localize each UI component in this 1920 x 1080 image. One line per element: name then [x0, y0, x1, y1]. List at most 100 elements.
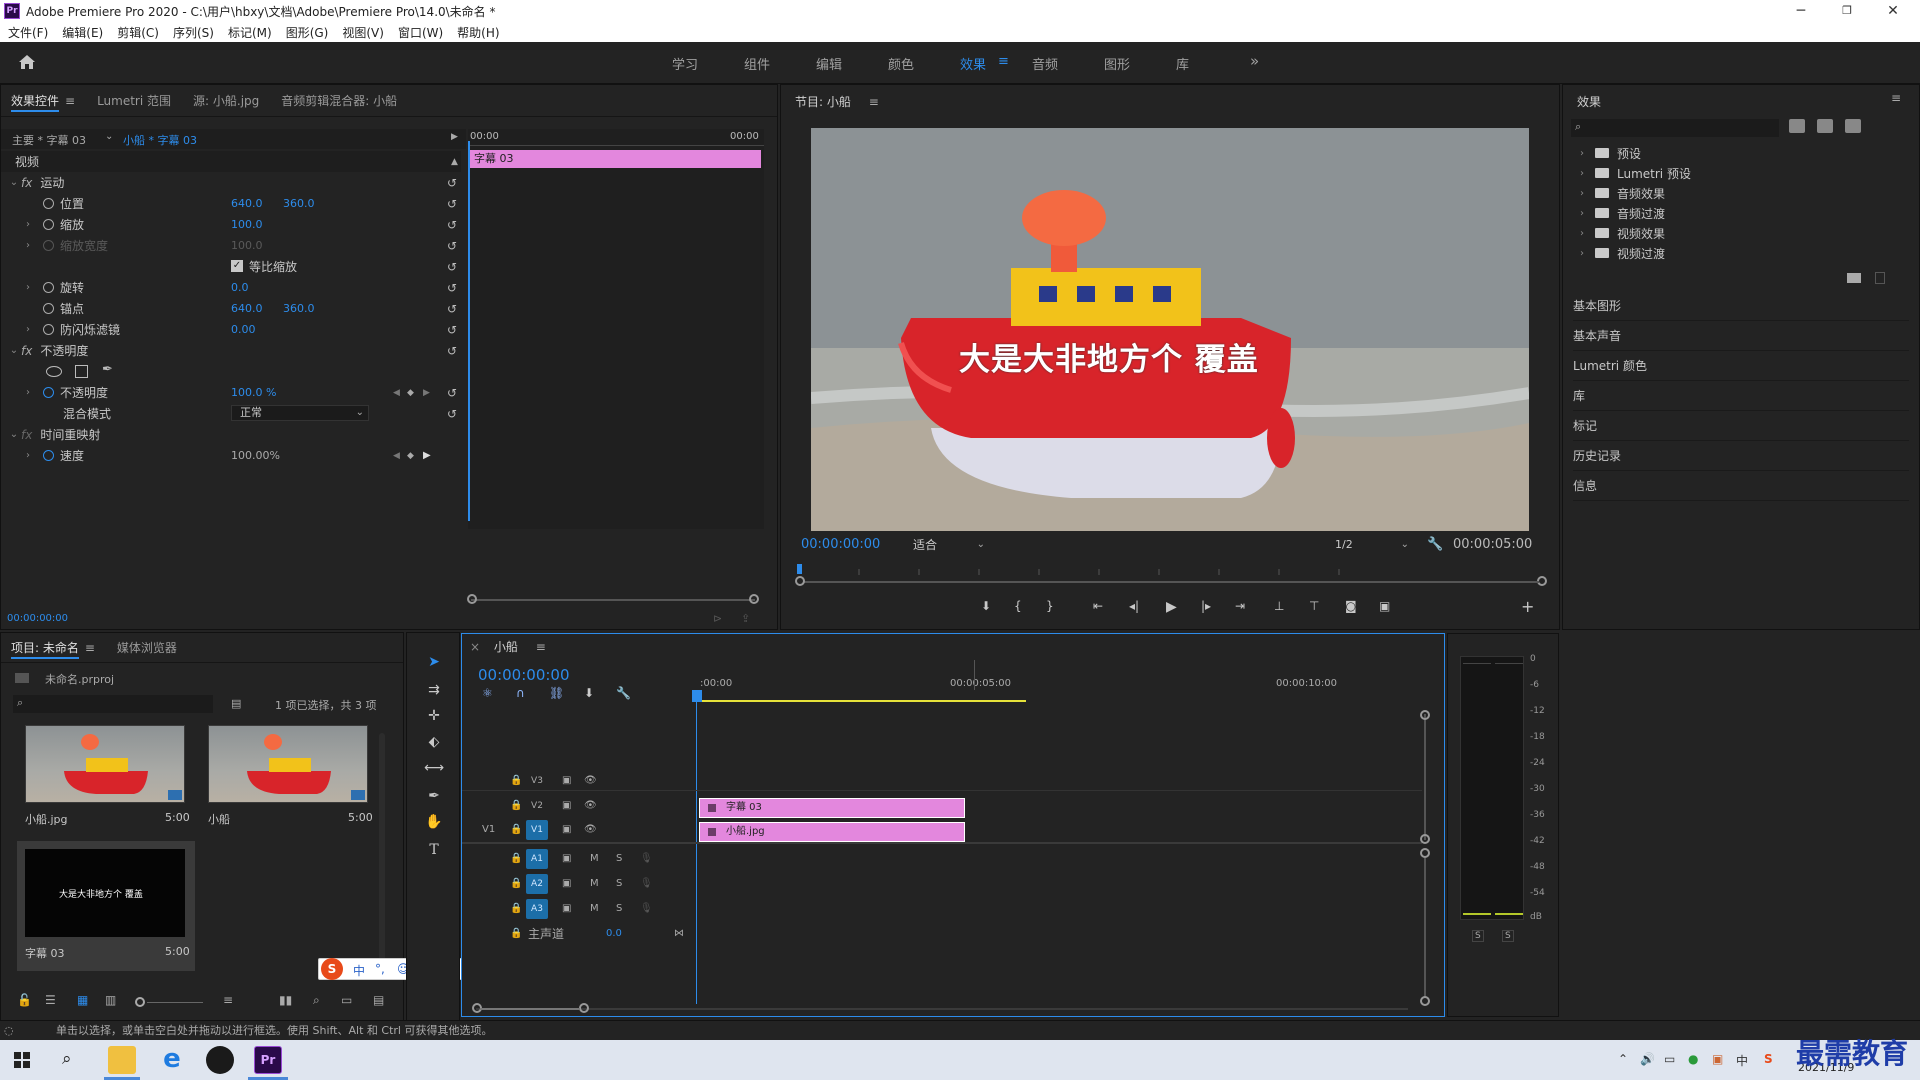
next-keyframe-icon[interactable]: ▶ — [423, 450, 431, 461]
reset-icon[interactable]: ↺ — [447, 218, 457, 232]
effects-search-input[interactable]: ⌕ — [1571, 119, 1779, 137]
new-search-bin-icon[interactable]: ▤ — [231, 697, 241, 710]
track-select-tool-icon[interactable]: ⇉ — [423, 679, 445, 701]
solo-left-button[interactable]: S — [1472, 930, 1484, 942]
expand-icon[interactable]: › — [21, 450, 35, 461]
step-forward-icon[interactable]: |▸ — [1201, 599, 1211, 613]
prev-keyframe-icon[interactable]: ◀ — [393, 388, 400, 398]
track-target-a1[interactable]: A1 — [526, 848, 548, 869]
find-icon[interactable]: ⌕ — [313, 993, 320, 1008]
section-essential-graphics[interactable]: 基本图形 — [1573, 291, 1909, 321]
sync-lock-icon[interactable]: ▣ — [562, 775, 571, 786]
network-icon[interactable]: ▭ — [1664, 1052, 1675, 1066]
nest-icon[interactable]: ⚛ — [482, 686, 493, 700]
close-button[interactable]: ✕ — [1870, 0, 1916, 22]
filter-icon[interactable]: ⊳ — [713, 612, 722, 625]
menu-window[interactable]: 窗口(W) — [398, 24, 443, 41]
speed-value[interactable]: 100.00% — [231, 449, 280, 462]
tree-item-audio-transitions[interactable]: › 音频过渡 — [1575, 203, 1665, 223]
go-to-end-icon[interactable]: ⋈ — [674, 928, 684, 939]
subtitle-overlay[interactable]: 大是大非地方个 覆盖 — [959, 334, 1259, 379]
menu-help[interactable]: 帮助(H) — [457, 24, 499, 41]
type-tool-icon[interactable]: T — [423, 839, 445, 861]
mute-button[interactable]: M — [590, 878, 599, 889]
tree-item-audio-effects[interactable]: › 音频效果 — [1575, 183, 1665, 203]
close-tab-icon[interactable]: × — [470, 640, 480, 654]
sync-lock-icon[interactable]: ▣ — [562, 853, 571, 864]
reset-icon[interactable]: ↺ — [447, 239, 457, 253]
timeline-tab[interactable]: × 小船 ≡ — [470, 638, 546, 655]
expand-icon[interactable]: › — [21, 324, 35, 335]
32bit-effects-icon[interactable] — [1817, 119, 1833, 133]
ime-punct-icon[interactable]: °, — [375, 962, 385, 976]
add-keyframe-icon[interactable]: ◆ — [407, 451, 414, 461]
step-back-icon[interactable]: ◂| — [1129, 599, 1139, 613]
reset-icon[interactable]: ↺ — [447, 407, 457, 421]
menu-graphics[interactable]: 图形(G) — [286, 24, 329, 41]
timeline-zoom-track[interactable] — [476, 1008, 1408, 1010]
mic-icon[interactable]: 🎙 — [640, 878, 653, 889]
position-y-value[interactable]: 360.0 — [283, 197, 315, 210]
stopwatch-icon[interactable] — [43, 387, 54, 398]
timeline-settings-icon[interactable]: 🔧 — [616, 686, 631, 700]
tab-project[interactable]: 项目: 未命名 ≡ — [11, 639, 95, 659]
effect-clip-bar[interactable]: 字幕 03 — [468, 150, 761, 168]
work-area-bar[interactable] — [700, 700, 1026, 702]
lock-icon[interactable]: 🔒 — [510, 800, 522, 811]
reset-icon[interactable]: ↺ — [447, 176, 457, 190]
workspace-more-button[interactable]: » — [1250, 52, 1259, 70]
rectangle-mask-icon[interactable] — [75, 365, 88, 378]
timeline-zoom-bar[interactable] — [480, 1008, 580, 1010]
mark-out-icon[interactable]: } — [1046, 599, 1054, 613]
stopwatch-icon[interactable] — [43, 282, 54, 293]
thumb-boat-jpg[interactable] — [25, 725, 185, 803]
sync-lock-icon[interactable]: ▣ — [562, 878, 571, 889]
section-lumetri-color[interactable]: Lumetri 颜色 — [1573, 351, 1909, 381]
workspace-effects[interactable]: 效果 — [960, 54, 986, 73]
sync-lock-icon[interactable]: ▣ — [562, 903, 571, 914]
new-bin-icon[interactable] — [1847, 273, 1861, 283]
eye-icon[interactable]: 👁 — [584, 800, 597, 811]
antiflicker-value[interactable]: 0.00 — [231, 323, 256, 336]
mute-button[interactable]: M — [590, 903, 599, 914]
reset-icon[interactable]: ↺ — [447, 260, 457, 274]
stopwatch-icon[interactable] — [43, 303, 54, 314]
panel-menu-icon[interactable]: ≡ — [869, 95, 879, 109]
section-essential-sound[interactable]: 基本声音 — [1573, 321, 1909, 351]
compare-view-icon[interactable]: ▣ — [1379, 599, 1390, 613]
camera-icon[interactable]: ◙ — [1345, 599, 1357, 613]
expand-icon[interactable]: › — [1575, 208, 1589, 219]
ec-zoom-handle-left[interactable] — [467, 594, 477, 604]
track-target-v1[interactable]: V1 — [526, 819, 548, 840]
video-scroll-track[interactable] — [1424, 714, 1426, 840]
video-scroll-handle[interactable] — [1420, 834, 1430, 844]
expand-icon[interactable]: ⌄ — [7, 177, 21, 188]
expand-icon[interactable]: › — [1575, 148, 1589, 159]
add-marker-icon[interactable]: ⬇ — [584, 686, 594, 700]
stopwatch-icon[interactable] — [43, 324, 54, 335]
time-remap-row[interactable]: ⌄ fx 时间重映射 — [1, 424, 461, 445]
new-bin-icon[interactable]: ▭ — [341, 993, 352, 1007]
yuv-effects-icon[interactable] — [1845, 119, 1861, 133]
playhead[interactable] — [468, 141, 470, 521]
audio-scroll-handle[interactable] — [1420, 848, 1430, 858]
tree-item-video-transitions[interactable]: › 视频过渡 — [1575, 243, 1665, 263]
section-history[interactable]: 历史记录 — [1573, 441, 1909, 471]
panel-menu-icon[interactable]: ≡ — [65, 94, 75, 108]
add-keyframe-icon[interactable]: ◆ — [407, 388, 414, 398]
audio-scroll-handle[interactable] — [1420, 996, 1430, 1006]
anchor-x-value[interactable]: 640.0 — [231, 302, 263, 315]
resolution-dropdown[interactable]: 1/2 ⌄ — [1329, 535, 1411, 555]
sogou-tray-icon[interactable]: S — [1764, 1052, 1773, 1066]
tray-app-icon[interactable]: ● — [1688, 1052, 1698, 1066]
mute-button[interactable]: M — [590, 853, 599, 864]
sogou-logo-icon[interactable]: S — [321, 958, 343, 980]
thumb-boat-sequence[interactable] — [208, 725, 368, 803]
track-target-a3[interactable]: A3 — [526, 898, 548, 919]
opacity-section-row[interactable]: ⌄ fx 不透明度 ↺ — [1, 340, 461, 361]
expand-icon[interactable]: › — [1575, 248, 1589, 259]
freeform-view-icon[interactable]: ▥ — [105, 993, 116, 1007]
input-method-icon[interactable]: 中 — [1736, 1052, 1748, 1069]
new-item-icon[interactable]: ▤ — [373, 993, 384, 1007]
menu-clip[interactable]: 剪辑(C) — [117, 24, 159, 41]
